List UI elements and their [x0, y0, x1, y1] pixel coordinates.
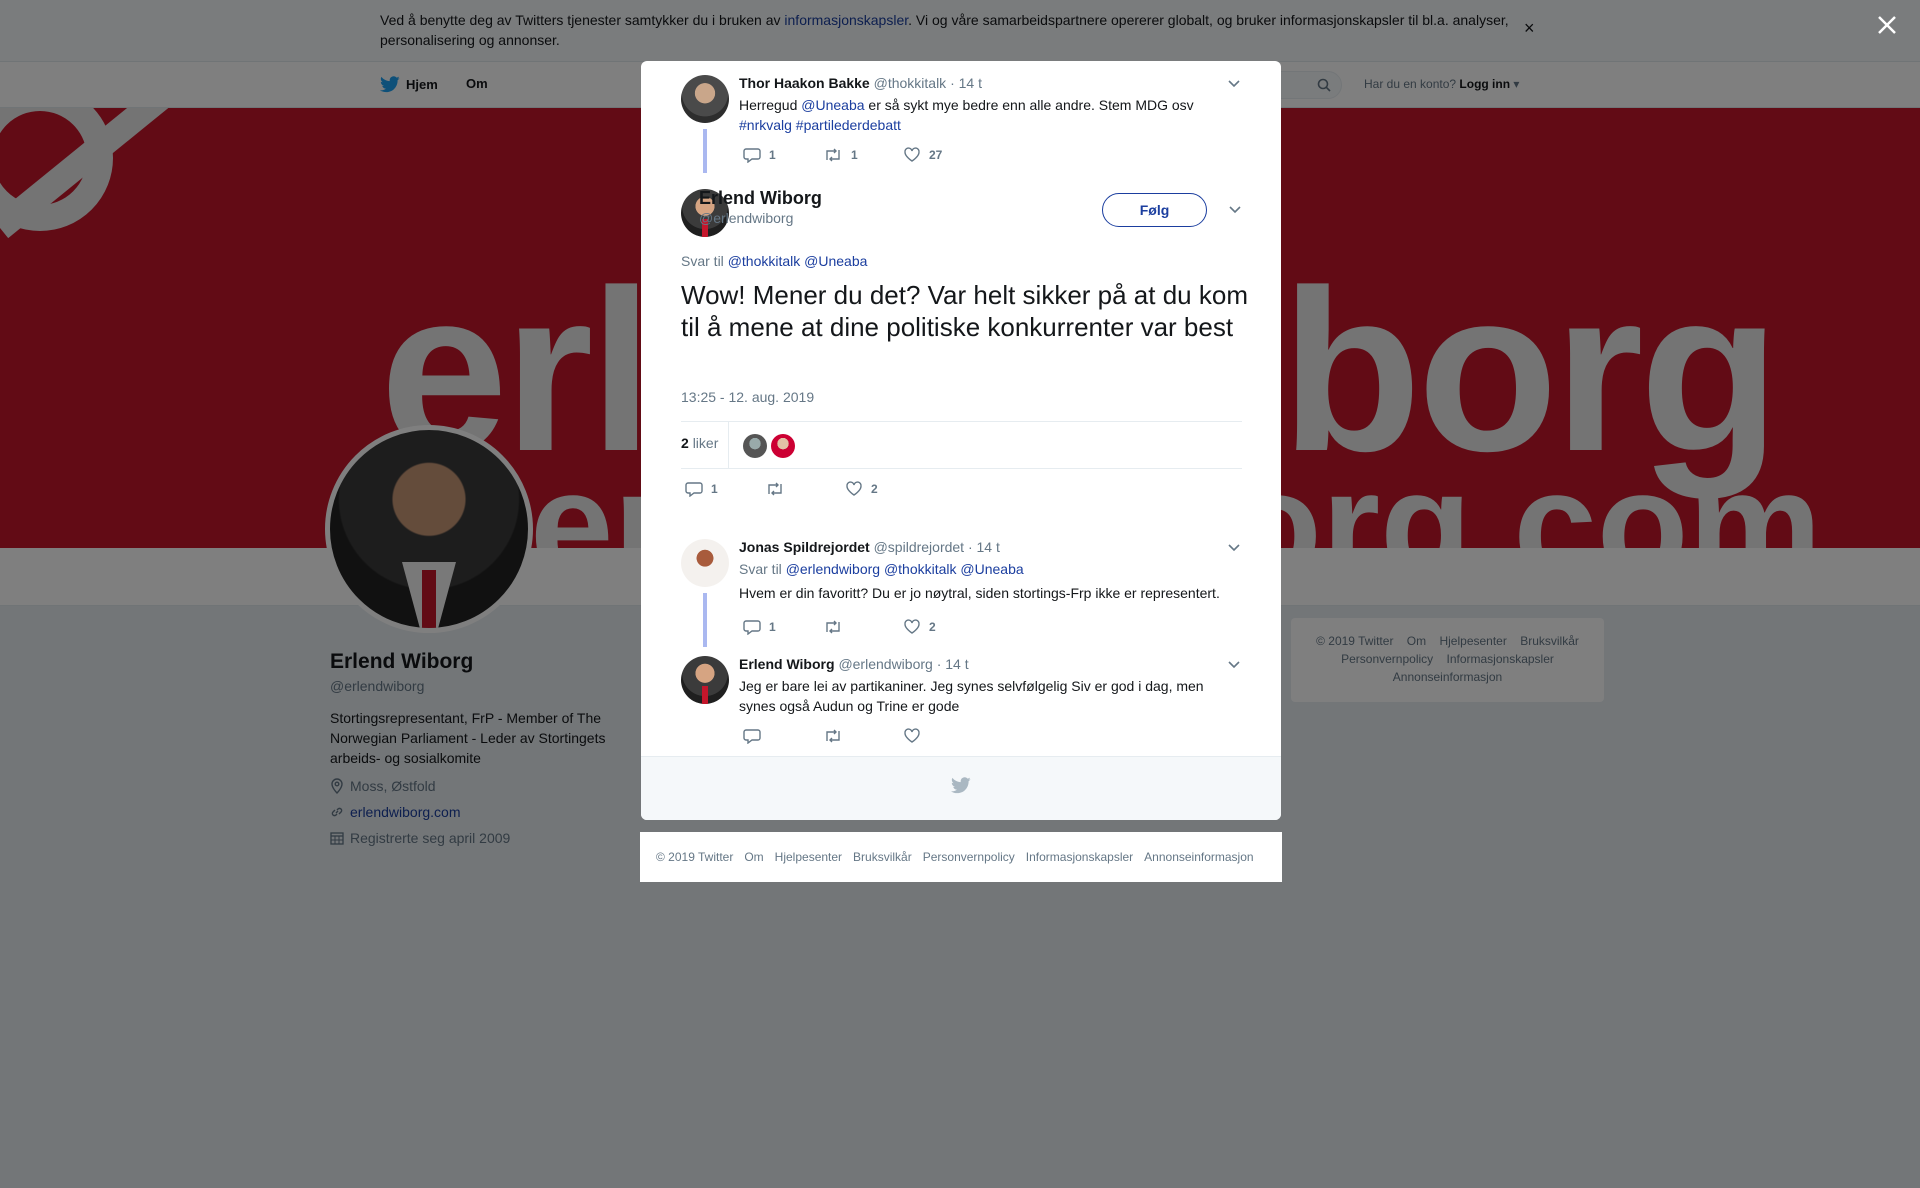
main-tweet-date[interactable]: 13:25 - 12. aug. 2019: [681, 389, 814, 405]
tweet-stats: 2 liker: [681, 421, 1242, 469]
footer-link-terms[interactable]: Bruksvilkår: [853, 850, 912, 864]
likes-stat[interactable]: 2 liker: [681, 435, 718, 451]
retweet-icon: [826, 620, 840, 634]
reply-mentions[interactable]: @thokkitalk @Uneaba: [728, 253, 868, 269]
footer-link-ads[interactable]: Annonseinformasjon: [1144, 850, 1253, 864]
retweet-icon: [768, 482, 782, 496]
modal-bottom-bar: [641, 756, 1281, 820]
reply-tweet[interactable]: Jonas Spildrejordet @spildrejordet · 14 …: [681, 539, 1241, 649]
like-count: 2: [871, 482, 878, 496]
main-tweet-actions: 1 2: [685, 481, 925, 497]
parent-tweet[interactable]: Thor Haakon Bakke @thokkitalk · 14 t Her…: [681, 75, 1241, 175]
thread-line: [703, 129, 707, 173]
retweet-button[interactable]: [823, 728, 903, 744]
retweet-button[interactable]: 1: [823, 147, 903, 163]
reply-button[interactable]: 1: [685, 481, 765, 497]
reply-button[interactable]: [743, 728, 823, 744]
reply-context: Svar til @erlendwiborg @thokkitalk @Unea…: [739, 559, 1024, 579]
tweet-text: Herregud @Uneaba er så sykt mye bedre en…: [739, 95, 1219, 135]
main-tweet-text: Wow! Mener du det? Var helt sikker på at…: [681, 280, 1248, 342]
author-name[interactable]: Jonas Spildrejordet: [739, 539, 870, 555]
reply-button[interactable]: 1: [743, 147, 823, 163]
reply-icon: [685, 482, 703, 497]
author-name[interactable]: Thor Haakon Bakke: [739, 75, 870, 91]
author-name[interactable]: Erlend Wiborg: [739, 656, 835, 672]
tweet-time[interactable]: · 14 t: [968, 539, 1000, 555]
main-author-handle[interactable]: @erlendwiborg: [699, 210, 793, 226]
twitter-bird-icon: [951, 777, 971, 794]
like-button[interactable]: 27: [903, 147, 983, 163]
chevron-down-icon[interactable]: [1228, 205, 1242, 215]
tweet-text: Jeg er bare lei av partikaniner. Jeg syn…: [739, 678, 1204, 714]
modal-footer-links: © 2019 Twitter Om Hjelpesenter Bruksvilk…: [640, 832, 1282, 882]
reply-mentions[interactable]: @erlendwiborg @thokkitalk @Uneaba: [786, 561, 1024, 577]
tweet-text-part: Herregud: [739, 97, 802, 113]
author-handle[interactable]: @thokkitalk: [874, 75, 947, 91]
chevron-down-icon[interactable]: [1227, 543, 1241, 553]
reply-context: Svar til @thokkitalk @Uneaba: [681, 253, 867, 269]
heart-icon: [904, 619, 920, 634]
liker-avatar[interactable]: [743, 434, 767, 458]
reply-count: 1: [711, 482, 718, 496]
mention-link[interactable]: @Uneaba: [801, 97, 864, 113]
chevron-down-icon[interactable]: [1227, 660, 1241, 670]
footer-link-privacy[interactable]: Personvernpolicy: [923, 850, 1015, 864]
thread-line: [703, 593, 707, 647]
likes-stat-label: liker: [692, 435, 719, 451]
tweet-actions: 1 2: [743, 619, 983, 635]
tweet-header: Jonas Spildrejordet @spildrejordet · 14 …: [739, 539, 1000, 555]
retweet-button[interactable]: [823, 619, 903, 635]
author-handle[interactable]: @spildrejordet: [874, 539, 964, 555]
reply-icon: [743, 729, 761, 744]
tweet-time[interactable]: · 14 t: [950, 75, 982, 91]
footer-link-about[interactable]: Om: [744, 850, 763, 864]
main-author-name[interactable]: Erlend Wiborg: [699, 188, 822, 209]
avatar[interactable]: [681, 539, 729, 587]
tweet-text-part: er så sykt mye bedre enn alle andre. Ste…: [864, 97, 1194, 113]
reply-icon: [743, 620, 761, 635]
like-count: 2: [929, 620, 936, 634]
like-count: 27: [929, 148, 943, 162]
heart-icon: [846, 481, 862, 496]
reply-tweet[interactable]: Erlend Wiborg @erlendwiborg · 14 t Jeg e…: [681, 656, 1241, 751]
avatar[interactable]: [681, 656, 729, 704]
footer-copyright: © 2019 Twitter: [656, 850, 734, 864]
retweet-icon: [826, 148, 840, 162]
liker-avatar[interactable]: [771, 434, 795, 458]
reply-label: Svar til: [739, 561, 782, 577]
follow-button[interactable]: Følg: [1102, 193, 1207, 227]
close-icon[interactable]: [1874, 12, 1900, 38]
like-button[interactable]: 2: [845, 481, 925, 497]
tweet-modal: Thor Haakon Bakke @thokkitalk · 14 t Her…: [641, 61, 1281, 820]
tweet-time[interactable]: · 14 t: [937, 656, 969, 672]
heart-icon: [904, 728, 920, 743]
likes-stat-count: 2: [681, 435, 689, 451]
reply-label: Svar til: [681, 253, 724, 269]
footer-link-help[interactable]: Hjelpesenter: [775, 850, 842, 864]
reply-icon: [743, 148, 761, 163]
retweet-icon: [826, 729, 840, 743]
retweet-count: 1: [851, 148, 858, 162]
author-handle[interactable]: @erlendwiborg: [838, 656, 932, 672]
tweet-actions: 1 1 27: [743, 147, 983, 163]
like-button[interactable]: 2: [903, 619, 983, 635]
chevron-down-icon[interactable]: [1227, 79, 1241, 89]
tweet-header: Erlend Wiborg @erlendwiborg · 14 t: [739, 656, 969, 672]
heart-icon: [904, 147, 920, 162]
like-button[interactable]: [903, 728, 983, 744]
tweet-text: Hvem er din favoritt? Du er jo nøytral, …: [739, 585, 1220, 601]
reply-count: 1: [769, 620, 776, 634]
retweet-button[interactable]: [765, 481, 845, 497]
reply-button[interactable]: 1: [743, 619, 823, 635]
tweet-actions: [743, 728, 983, 744]
hashtag-links[interactable]: #nrkvalg #partilederdebatt: [739, 117, 901, 133]
reply-count: 1: [769, 148, 776, 162]
footer-link-cookies[interactable]: Informasjonskapsler: [1026, 850, 1133, 864]
tweet-header: Thor Haakon Bakke @thokkitalk · 14 t: [739, 75, 982, 91]
avatar[interactable]: [681, 75, 729, 123]
stats-divider: [728, 422, 729, 468]
